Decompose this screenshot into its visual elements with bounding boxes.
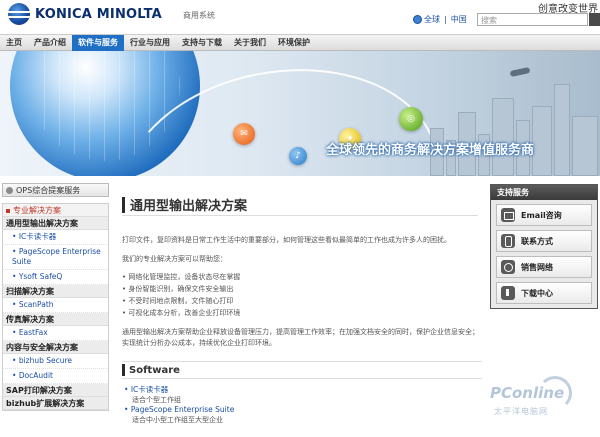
ops-service-button[interactable]: OPS综合提案服务 xyxy=(2,183,109,197)
building-graphic xyxy=(492,98,514,176)
benefit-list: 网络化管理监控，设备状态尽在掌握 身份智能识别，确保文件安全输出 不受时间地点限… xyxy=(122,271,482,319)
support-sales-network-button[interactable]: 销售网络 xyxy=(496,256,592,278)
support-email-label: Email咨询 xyxy=(521,210,562,220)
menu-category-output[interactable]: 通用型输出解决方案 xyxy=(3,217,108,230)
language-switcher: 全球 | 中国 xyxy=(413,14,467,25)
banner-headline: 全球领先的商务解决方案增值服务商 xyxy=(326,143,535,158)
main-nav: 主页 产品介绍 软件与服务 行业与应用 支持与下载 关于我们 环境保护 xyxy=(0,34,600,51)
menu-section-head[interactable]: 专业解决方案 xyxy=(3,204,108,217)
benefit-item: 不受时间地点限制，文件随心打印 xyxy=(122,295,482,307)
software-link-pagescope[interactable]: PageScope Enterprise Suite xyxy=(124,405,482,415)
summary-paragraph: 通用型输出解决方案帮助企业释放设备管理压力，提高管理工作效率；在加强文档安全的同… xyxy=(122,328,479,347)
benefit-item: 身份智能识别，确保文件安全输出 xyxy=(122,283,482,295)
benefit-item: 可视化成本分析，改善企业打印环境 xyxy=(122,307,482,319)
main-content: 通用型输出解决方案 打印文件，复印资料是日常工作生活中的重要部分，如何管理这些看… xyxy=(122,195,482,425)
menu-link-scanpath[interactable]: ScanPath xyxy=(3,298,108,313)
menu-category-security[interactable]: 内容与安全解决方案 xyxy=(3,341,108,354)
globe-icon xyxy=(413,15,422,24)
support-panel: 支持服务 Email咨询 联系方式 销售网络 下载中心 xyxy=(490,184,598,309)
support-download-button[interactable]: 下载中心 xyxy=(496,282,592,304)
nav-support[interactable]: 支持与下载 xyxy=(176,35,228,51)
title-marker xyxy=(122,196,125,213)
header: KONICA MINOLTA 商用系统 创意改变世界 全球 | 中国 搜索 xyxy=(0,0,600,34)
nav-products[interactable]: 产品介绍 xyxy=(28,35,72,51)
menu-link-docaudit[interactable]: DocAudit xyxy=(3,369,108,384)
support-contact-button[interactable]: 联系方式 xyxy=(496,230,592,252)
page-title: 通用型输出解决方案 xyxy=(130,199,248,214)
menu-category-scan[interactable]: 扫描解决方案 xyxy=(3,285,108,298)
support-heading: 支持服务 xyxy=(491,185,597,200)
page-title-bar: 通用型输出解决方案 xyxy=(122,195,482,214)
support-download-label: 下载中心 xyxy=(521,288,553,298)
menu-link-bizhub-secure[interactable]: bizhub Secure xyxy=(3,354,108,369)
search-input[interactable]: 搜索 xyxy=(477,13,588,26)
map-icon xyxy=(501,260,515,274)
mail-bubble-icon: ✉ xyxy=(233,123,255,145)
pconline-watermark: PConline 太平洋电脑网 xyxy=(482,376,600,431)
nav-industry[interactable]: 行业与应用 xyxy=(124,35,176,51)
globe-bubble-icon: ◎ xyxy=(399,107,423,131)
search-button[interactable] xyxy=(589,13,600,26)
support-sales-label: 销售网络 xyxy=(521,262,553,272)
konica-minolta-logo-icon xyxy=(8,3,30,25)
solutions-menu: 专业解决方案 通用型输出解决方案 IC卡读卡器 PageScope Enterp… xyxy=(2,203,109,411)
software-desc: 适合中小型工作组至大型企业 xyxy=(132,416,223,424)
software-section-head: Software xyxy=(122,361,482,379)
site-name: 商用系统 xyxy=(183,11,215,20)
lang-separator: | xyxy=(444,15,447,24)
support-email-button[interactable]: Email咨询 xyxy=(496,204,592,226)
menu-link-ysoft[interactable]: Ysoft SafeQ xyxy=(3,270,108,285)
menu-link-eastfax[interactable]: EastFax xyxy=(3,326,108,341)
benefit-item: 网络化管理监控，设备状态尽在掌握 xyxy=(122,271,482,283)
support-contact-label: 联系方式 xyxy=(521,236,553,246)
building-graphic xyxy=(572,116,598,176)
watermark-main: PConline xyxy=(490,384,565,402)
watermark-sub: 太平洋电脑网 xyxy=(494,407,548,416)
help-line: 我们的专业解决方案可以帮助您： xyxy=(122,255,227,263)
nav-environment[interactable]: 环境保护 xyxy=(272,35,316,51)
lang-china-link[interactable]: 中国 xyxy=(451,14,467,25)
lang-global-link[interactable]: 全球 xyxy=(424,14,440,25)
brand-logo[interactable]: KONICA MINOLTA xyxy=(8,3,162,25)
nav-about[interactable]: 关于我们 xyxy=(228,35,272,51)
intro-paragraph: 打印文件，复印资料是日常工作生活中的重要部分，如何管理这些看似最简单的工作也成为… xyxy=(122,236,451,244)
bullet-icon xyxy=(6,186,13,194)
menu-link-pagescope[interactable]: PageScope Enterprise Suite xyxy=(3,245,108,270)
section-marker xyxy=(122,364,125,376)
speaker-bubble-icon: ♪ xyxy=(289,147,307,165)
nav-software-services[interactable]: 软件与服务 xyxy=(72,35,124,51)
left-sidebar: OPS综合提案服务 专业解决方案 通用型输出解决方案 IC卡读卡器 PageSc… xyxy=(2,183,109,411)
menu-link-ic-card[interactable]: IC卡读卡器 xyxy=(3,230,108,245)
ops-service-label: OPS综合提案服务 xyxy=(16,185,81,195)
software-link-ic-card[interactable]: IC卡读卡器 xyxy=(124,385,482,395)
download-icon xyxy=(501,286,515,300)
building-graphic xyxy=(532,106,552,176)
hero-banner: ✉ ♪ ✦ ◎ 全球领先的商务解决方案增值服务商 xyxy=(0,51,600,176)
brand-name: KONICA MINOLTA xyxy=(35,6,162,22)
menu-category-bizhub-ext[interactable]: bizhub扩展解决方案 xyxy=(3,397,108,410)
title-divider xyxy=(122,215,478,216)
menu-category-sap[interactable]: SAP打印解决方案 xyxy=(3,384,108,397)
software-desc: 适合个型工作组 xyxy=(132,396,181,404)
menu-category-fax[interactable]: 传真解决方案 xyxy=(3,313,108,326)
phone-icon xyxy=(501,234,515,248)
software-list: IC卡读卡器 适合个型工作组 PageScope Enterprise Suit… xyxy=(122,385,482,425)
building-graphic xyxy=(554,84,570,176)
airplane-icon xyxy=(509,66,531,78)
nav-home[interactable]: 主页 xyxy=(0,35,28,51)
mail-icon xyxy=(501,208,515,222)
software-heading: Software xyxy=(129,364,180,376)
